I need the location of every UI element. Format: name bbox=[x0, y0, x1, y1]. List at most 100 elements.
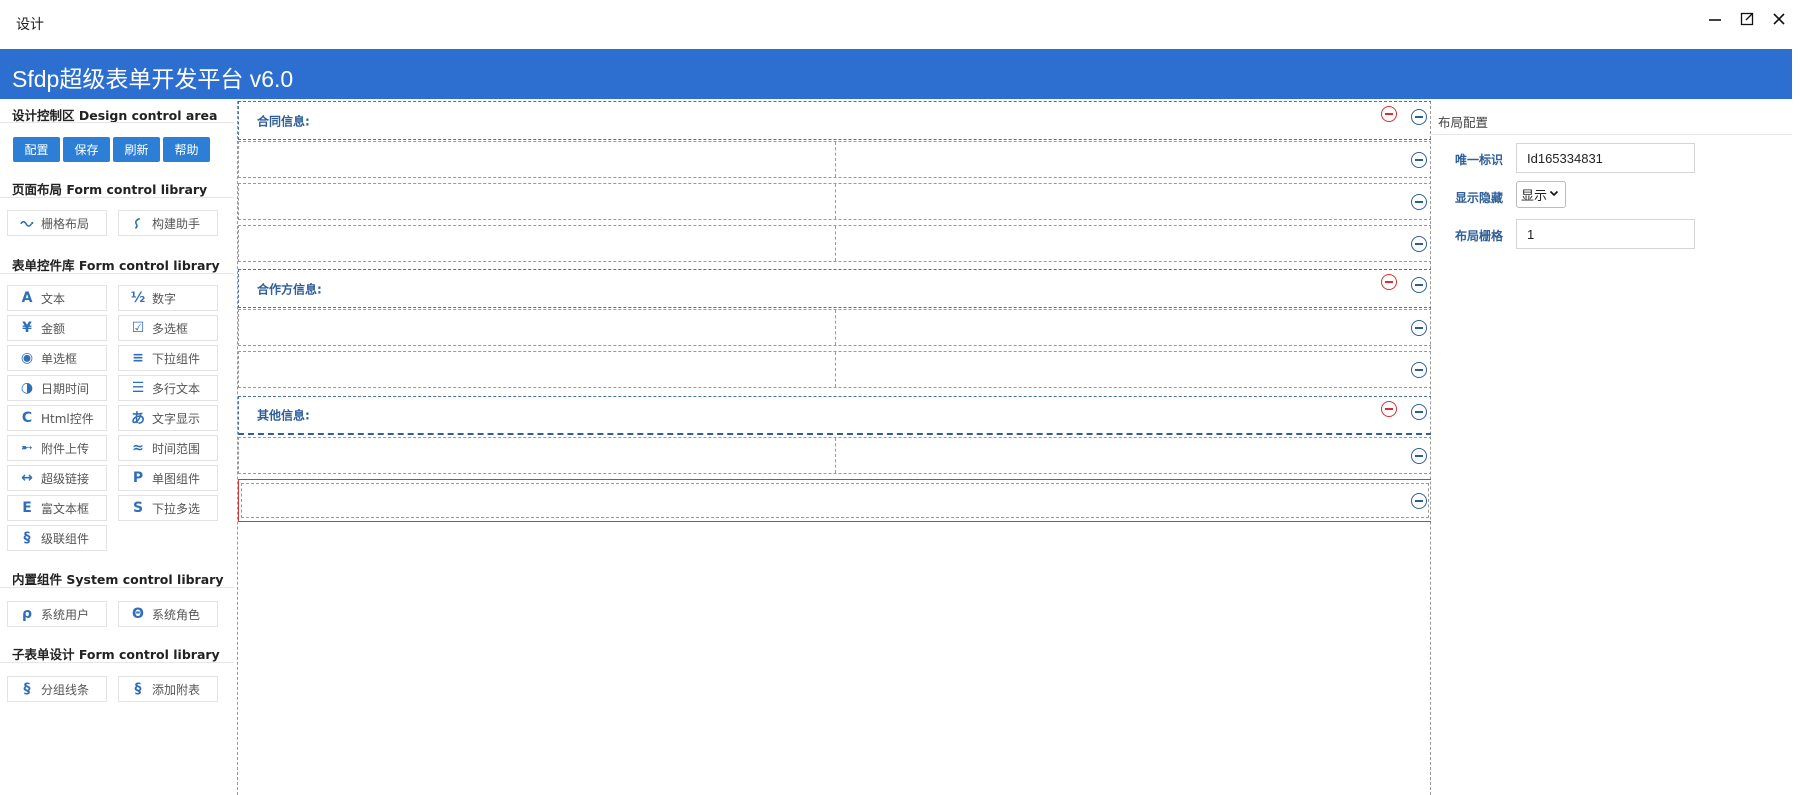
link-arrows-icon: ↔ bbox=[21, 470, 33, 486]
system-item-label: 系统用户 bbox=[41, 607, 90, 622]
form-item-label: 日期时间 bbox=[41, 381, 90, 396]
subform-item-label: 分组线条 bbox=[41, 682, 90, 697]
system-item-role[interactable]: Θ 系统角色 bbox=[118, 601, 218, 627]
remove-row-icon[interactable] bbox=[1411, 277, 1427, 293]
form-item[interactable]: S 下拉多选 bbox=[118, 495, 218, 521]
group-row-contract[interactable]: 合同信息: bbox=[238, 101, 1432, 140]
design-toolbar: 配置 保存 刷新 帮助 bbox=[13, 137, 210, 162]
remove-row-icon[interactable] bbox=[1411, 404, 1427, 420]
layout-row[interactable] bbox=[238, 437, 1432, 474]
form-item-label: 金额 bbox=[41, 321, 66, 336]
remove-group-icon[interactable] bbox=[1381, 401, 1397, 417]
group-row-partner[interactable]: 合作方信息: bbox=[238, 269, 1432, 308]
build-helper-icon bbox=[130, 216, 146, 230]
remove-row-icon[interactable] bbox=[1411, 152, 1427, 168]
visible-select[interactable]: 显示 bbox=[1516, 181, 1566, 208]
config-button[interactable]: 配置 bbox=[13, 137, 60, 162]
window-controls bbox=[1706, 10, 1788, 28]
subform-library-title: 子表单设计 Form control library bbox=[12, 647, 220, 662]
close-icon[interactable] bbox=[1770, 10, 1788, 28]
grid-input[interactable] bbox=[1516, 219, 1695, 249]
section-icon: § bbox=[134, 681, 142, 697]
hiragana-icon: あ bbox=[131, 411, 145, 427]
form-item[interactable]: C Html控件 bbox=[7, 405, 107, 431]
form-item-label: 数字 bbox=[152, 291, 177, 306]
save-button[interactable]: 保存 bbox=[63, 137, 110, 162]
list-icon: ≡ bbox=[132, 350, 144, 366]
upload-arrow-icon: ➸ bbox=[21, 440, 33, 456]
cell-divider bbox=[835, 184, 836, 219]
form-item[interactable]: ≈ 时间范围 bbox=[118, 435, 218, 461]
multiline-icon: ☰ bbox=[131, 380, 145, 396]
system-library-title: 内置组件 System control library bbox=[12, 572, 224, 587]
form-item[interactable]: ◑ 日期时间 bbox=[7, 375, 107, 401]
remove-group-icon[interactable] bbox=[1381, 274, 1397, 290]
design-canvas[interactable]: 合同信息: 合作方信息: 其他信息: bbox=[237, 101, 1432, 795]
form-item-label: 下拉多选 bbox=[152, 501, 201, 516]
form-item[interactable]: ↔ 超级链接 bbox=[7, 465, 107, 491]
cell-divider bbox=[835, 142, 836, 177]
form-item-label: 超级链接 bbox=[41, 471, 90, 486]
form-item[interactable]: ➸ 附件上传 bbox=[7, 435, 107, 461]
layout-row[interactable] bbox=[238, 309, 1432, 346]
minimize-icon[interactable] bbox=[1706, 10, 1724, 28]
properties-panel: 布局配置 唯一标识 显示隐藏 显示 布局栅格 bbox=[1431, 99, 1792, 795]
layout-item-helper[interactable]: 构建助手 bbox=[118, 210, 218, 236]
remove-row-icon[interactable] bbox=[1411, 109, 1427, 125]
form-item[interactable]: ≡ 下拉组件 bbox=[118, 345, 218, 371]
text-icon: A bbox=[21, 290, 33, 306]
maximize-icon[interactable] bbox=[1738, 10, 1756, 28]
form-item[interactable]: P 单图组件 bbox=[118, 465, 218, 491]
subform-item-group-line[interactable]: § 分组线条 bbox=[7, 676, 107, 702]
selected-row-cell bbox=[241, 483, 1429, 518]
form-item[interactable]: A 文本 bbox=[7, 285, 107, 311]
remove-row-icon[interactable] bbox=[1411, 362, 1427, 378]
number-icon: ½ bbox=[130, 290, 146, 306]
form-item[interactable]: ½ 数字 bbox=[118, 285, 218, 311]
app-header: Sfdp超级表单开发平台 v6.0 bbox=[0, 49, 1792, 99]
cell-divider bbox=[835, 438, 836, 473]
form-item[interactable]: § 级联组件 bbox=[7, 525, 107, 551]
layout-row[interactable] bbox=[238, 183, 1432, 220]
system-item-user[interactable]: ρ 系统用户 bbox=[7, 601, 107, 627]
form-item-label: 文字显示 bbox=[152, 411, 201, 426]
section-icon: § bbox=[23, 681, 31, 697]
remove-row-icon[interactable] bbox=[1411, 320, 1427, 336]
divider bbox=[0, 197, 234, 198]
cell-divider bbox=[835, 226, 836, 261]
layout-row[interactable] bbox=[238, 141, 1432, 178]
form-item-label: 富文本框 bbox=[41, 501, 90, 516]
selected-layout-row[interactable] bbox=[238, 479, 1432, 522]
html-icon: C bbox=[21, 410, 33, 426]
form-item[interactable]: あ文字显示 bbox=[118, 405, 218, 431]
form-library-title: 表单控件库 Form control library bbox=[12, 258, 220, 273]
form-item-label: 多选框 bbox=[152, 321, 189, 336]
group-row-other[interactable]: 其他信息: bbox=[238, 396, 1432, 435]
remove-row-icon[interactable] bbox=[1411, 448, 1427, 464]
layout-row[interactable] bbox=[238, 351, 1432, 388]
user-rho-icon: ρ bbox=[21, 606, 33, 622]
refresh-button[interactable]: 刷新 bbox=[113, 137, 160, 162]
checkbox-icon: ☑ bbox=[131, 320, 145, 336]
subform-item-add-table[interactable]: § 添加附表 bbox=[118, 676, 218, 702]
form-item[interactable]: ☑ 多选框 bbox=[118, 315, 218, 341]
radio-icon: ◉ bbox=[20, 350, 34, 366]
form-item[interactable]: ☰ 多行文本 bbox=[118, 375, 218, 401]
form-item[interactable]: ◉ 单选框 bbox=[7, 345, 107, 371]
layout-row[interactable] bbox=[238, 225, 1432, 262]
window-titlebar: 设计 bbox=[0, 0, 1800, 49]
remove-group-icon[interactable] bbox=[1381, 106, 1397, 122]
form-item[interactable]: E 富文本框 bbox=[7, 495, 107, 521]
layout-item-grid[interactable]: 栅格布局 bbox=[7, 210, 107, 236]
approx-icon: ≈ bbox=[132, 440, 144, 456]
remove-row-icon[interactable] bbox=[1411, 194, 1427, 210]
id-input[interactable] bbox=[1516, 143, 1695, 173]
visible-label: 显示隐藏 bbox=[1455, 191, 1504, 205]
image-p-icon: P bbox=[132, 470, 144, 486]
remove-row-icon[interactable] bbox=[1411, 236, 1427, 252]
visible-select-value: 显示 bbox=[1521, 189, 1548, 204]
remove-row-icon[interactable] bbox=[1411, 493, 1427, 509]
form-item[interactable]: ¥ 金额 bbox=[7, 315, 107, 341]
system-item-label: 系统角色 bbox=[152, 607, 201, 622]
help-button[interactable]: 帮助 bbox=[163, 137, 210, 162]
